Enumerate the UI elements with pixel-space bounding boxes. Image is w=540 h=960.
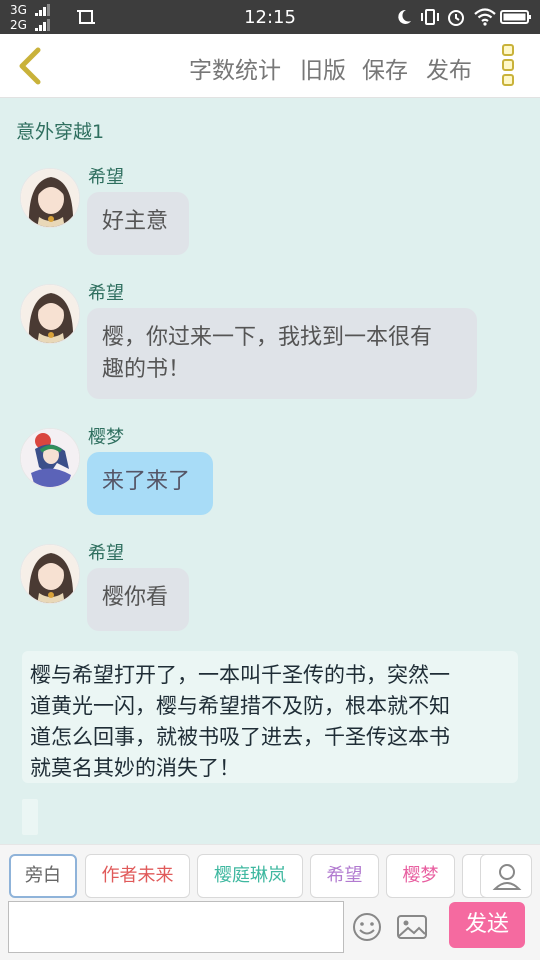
- user-icon: [492, 864, 522, 890]
- sender-name: 希望: [88, 167, 124, 188]
- character-avatar-icon: [21, 429, 79, 487]
- save-button[interactable]: 保存: [362, 51, 408, 85]
- girl-avatar-icon: [21, 169, 79, 227]
- avatar[interactable]: [20, 428, 80, 488]
- girl-avatar-icon: [21, 545, 79, 603]
- add-role-button[interactable]: [480, 854, 532, 898]
- narration-line: 樱与希望打开了，一本叫千圣传的书，突然一: [30, 663, 450, 687]
- role-yingmeng-tab[interactable]: 樱梦: [386, 854, 455, 898]
- vibrate-icon: [421, 9, 439, 25]
- more-menu-icon[interactable]: [500, 44, 520, 88]
- avatar[interactable]: [20, 544, 80, 604]
- message-input[interactable]: [8, 901, 344, 953]
- message-line: 趣的书！: [102, 357, 191, 382]
- message-bubble[interactable]: 樱，你过来一下，我找到一本很有 趣的书！: [87, 308, 477, 399]
- narration-block[interactable]: 樱与希望打开了，一本叫千圣传的书，突然一 道黄光一闪，樱与希望措不及防，根本就不…: [22, 651, 518, 783]
- role-selector-bar: 旁白 作者未来 樱庭琳岚 希望 樱梦: [0, 844, 540, 902]
- sender-name: 希望: [88, 283, 124, 304]
- battery-icon: [500, 10, 531, 24]
- old-version-button[interactable]: 旧版: [300, 51, 346, 85]
- sender-name: 樱梦: [88, 427, 124, 448]
- status-bar: 3G 2G 12:15: [0, 0, 540, 34]
- chapter-title[interactable]: 意外穿越1: [16, 117, 104, 144]
- alarm-icon: [448, 10, 464, 26]
- message-bubble[interactable]: 好主意: [87, 192, 189, 255]
- moon-icon: [398, 9, 411, 24]
- image-icon[interactable]: [396, 912, 428, 942]
- role-yingting-tab[interactable]: 樱庭琳岚: [197, 854, 303, 898]
- message-line: 樱，你过来一下，我找到一本很有: [102, 325, 433, 350]
- narration-line: 道怎么回事，就被书吸了进去，千圣传这本书: [30, 725, 450, 749]
- role-xiwang-tab[interactable]: 希望: [310, 854, 379, 898]
- partial-message-stub: [22, 799, 38, 835]
- narration-line: 就莫名其妙的消失了！: [30, 756, 240, 780]
- avatar[interactable]: [20, 168, 80, 228]
- publish-button[interactable]: 发布: [426, 51, 472, 85]
- wifi-icon: [474, 8, 496, 26]
- sender-name: 希望: [88, 543, 124, 564]
- emoji-icon[interactable]: [352, 912, 382, 942]
- girl-avatar-icon: [21, 285, 79, 343]
- back-arrow-icon[interactable]: [10, 44, 50, 88]
- input-bar: 发送: [0, 901, 540, 960]
- role-narrator-tab[interactable]: 旁白: [9, 854, 77, 898]
- message-bubble[interactable]: 来了来了: [87, 452, 213, 515]
- message-bubble[interactable]: 樱你看: [87, 568, 189, 631]
- narration-line: 道黄光一闪，樱与希望措不及防，根本就不知: [30, 694, 450, 718]
- role-author-tab[interactable]: 作者未来: [85, 854, 190, 898]
- word-count-button[interactable]: 字数统计: [189, 51, 281, 85]
- send-button[interactable]: 发送: [449, 902, 525, 948]
- avatar[interactable]: [20, 284, 80, 344]
- top-toolbar: 字数统计 旧版 保存 发布: [0, 34, 540, 98]
